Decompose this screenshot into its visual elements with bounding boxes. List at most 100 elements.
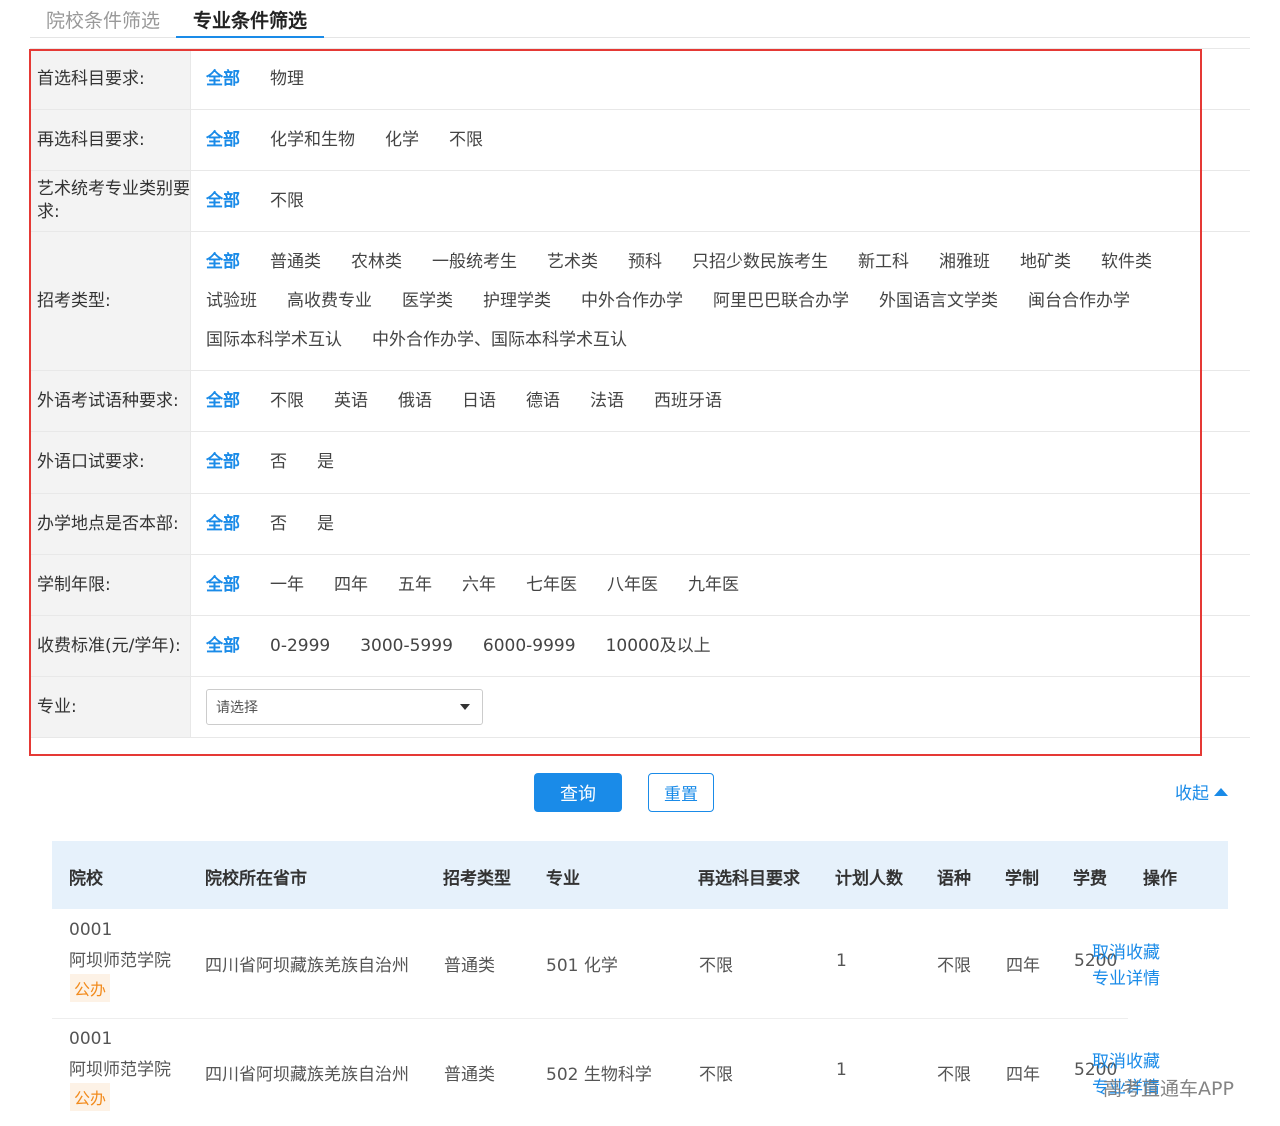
- header-school: 院校: [69, 869, 103, 889]
- table-header: 院校 院校所在省市 招考类型 专业 再选科目要求 计划人数 语种 学制 学费 操…: [52, 841, 1228, 909]
- school-name: 阿坝师范学院: [69, 1060, 171, 1080]
- filter-option[interactable]: 不限: [449, 121, 483, 160]
- tab-major-filter[interactable]: 专业条件筛选: [176, 6, 325, 38]
- filter-option-all[interactable]: 全部: [206, 121, 240, 160]
- filter-option[interactable]: 中外合作办学、国际本科学术互认: [372, 321, 627, 360]
- collapse-link[interactable]: 收起: [1175, 779, 1228, 804]
- caret-down-icon: [460, 704, 470, 710]
- filter-option[interactable]: 一般统考生: [432, 243, 517, 282]
- filter-option[interactable]: 0-2999: [270, 627, 330, 666]
- filter-option[interactable]: 国际本科学术互认: [206, 321, 342, 360]
- filter-option[interactable]: 物理: [270, 60, 304, 99]
- filter-option[interactable]: 医学类: [402, 282, 453, 321]
- filter-option[interactable]: 6000-9999: [483, 627, 576, 666]
- filter-option[interactable]: 化学和生物: [270, 121, 355, 160]
- filter-option[interactable]: 否: [270, 505, 287, 544]
- plan-cell: 1: [836, 951, 847, 971]
- filter-option-all[interactable]: 全部: [206, 382, 240, 421]
- filter-option[interactable]: 是: [317, 443, 334, 482]
- major-select[interactable]: 请选择: [206, 689, 483, 725]
- filter-option-all[interactable]: 全部: [206, 243, 240, 282]
- tab-school-filter[interactable]: 院校条件筛选: [46, 6, 160, 38]
- filter-option[interactable]: 法语: [590, 382, 624, 421]
- filter-options: 全部 不限 英语 俄语 日语 德语 法语 西班牙语: [191, 371, 1250, 431]
- filter-option[interactable]: 五年: [398, 566, 432, 605]
- filter-option[interactable]: 闽台合作办学: [1028, 282, 1130, 321]
- filter-option-all[interactable]: 全部: [206, 566, 240, 605]
- filter-option[interactable]: 外国语言文学类: [879, 282, 998, 321]
- unfavorite-link[interactable]: 取消收藏: [1092, 938, 1160, 963]
- filter-options: 全部 化学和生物 化学 不限: [191, 110, 1250, 170]
- filter-option[interactable]: 预科: [628, 243, 662, 282]
- filter-row: 首选科目要求: 全部 物理: [30, 49, 1250, 110]
- filter-option[interactable]: 一年: [270, 566, 304, 605]
- header-actions: 操作: [1143, 869, 1177, 889]
- filter-option[interactable]: 化学: [385, 121, 419, 160]
- filter-option-all[interactable]: 全部: [206, 60, 240, 99]
- major-cell: 502 生物科学: [546, 1065, 652, 1085]
- filter-label: 外语考试语种要求:: [30, 371, 191, 431]
- header-language: 语种: [937, 869, 971, 889]
- filter-option[interactable]: 七年医: [526, 566, 577, 605]
- status-badge: 公办: [70, 974, 111, 1002]
- filter-option[interactable]: 德语: [526, 382, 560, 421]
- filter-option[interactable]: 中外合作办学: [581, 282, 683, 321]
- filter-row: 艺术统考专业类别要求: 全部 不限: [30, 171, 1250, 232]
- filter-option-all[interactable]: 全部: [206, 182, 240, 221]
- filter-option[interactable]: 护理学类: [483, 282, 551, 321]
- unfavorite-link[interactable]: 取消收藏: [1092, 1047, 1160, 1072]
- major-detail-link[interactable]: 专业详情: [1092, 964, 1160, 989]
- filter-option-all[interactable]: 全部: [206, 505, 240, 544]
- filter-option[interactable]: 艺术类: [547, 243, 598, 282]
- filter-option[interactable]: 六年: [462, 566, 496, 605]
- filter-row: 外语口试要求: 全部否是: [30, 432, 1250, 494]
- status-badge: 公办: [70, 1083, 111, 1111]
- filter-label: 外语口试要求:: [30, 432, 191, 493]
- language-cell: 不限: [937, 956, 971, 976]
- filter-options: 全部否是: [191, 432, 1250, 493]
- filter-option[interactable]: 3000-5999: [360, 627, 453, 666]
- filter-option[interactable]: 西班牙语: [654, 382, 722, 421]
- filter-options: 全部 普通类 农林类 一般统考生 艺术类 预科 只招少数民族考生 新工科 湘雅班 地矿类 软件类试验…: [191, 232, 1250, 370]
- filter-option[interactable]: 日语: [462, 382, 496, 421]
- type-cell: 普通类: [444, 1065, 495, 1085]
- filter-option-all[interactable]: 全部: [206, 627, 240, 666]
- reset-button[interactable]: 重置: [648, 773, 714, 812]
- school-code: 0001: [69, 920, 113, 940]
- filter-option[interactable]: 地矿类: [1020, 243, 1071, 282]
- table-row: 0001 阿坝师范学院 公办 四川省阿坝藏族羌族自治州 普通类 502 生物科学…: [52, 1019, 1128, 1126]
- filter-label: 再选科目要求:: [30, 110, 191, 170]
- filter-label: 招考类型:: [30, 232, 191, 370]
- filter-option[interactable]: 阿里巴巴联合办学: [713, 282, 849, 321]
- filter-option[interactable]: 四年: [334, 566, 368, 605]
- filter-label: 首选科目要求:: [30, 49, 191, 109]
- province-cell: 四川省阿坝藏族羌族自治州: [205, 1065, 409, 1085]
- filter-row: 收费标准(元/学年): 全部 0-2999 3000-5999 6000-9999 100…: [30, 616, 1250, 677]
- table-row: 0001 阿坝师范学院 公办 四川省阿坝藏族羌族自治州 普通类 501 化学 不…: [52, 910, 1128, 1019]
- filter-option[interactable]: 试验班: [206, 282, 257, 321]
- filter-row: 办学地点是否本部: 全部否是: [30, 494, 1250, 555]
- filter-option[interactable]: 俄语: [398, 382, 432, 421]
- filter-option[interactable]: 10000及以上: [606, 627, 711, 666]
- filter-option[interactable]: 不限: [270, 182, 304, 221]
- query-button[interactable]: 查询: [534, 773, 622, 812]
- filter-option[interactable]: 是: [317, 505, 334, 544]
- major-cell: 501 化学: [546, 956, 618, 976]
- filter-option[interactable]: 农林类: [351, 243, 402, 282]
- filter-option[interactable]: 英语: [334, 382, 368, 421]
- filter-option[interactable]: 否: [270, 443, 287, 482]
- filter-option[interactable]: 不限: [270, 382, 304, 421]
- filter-option[interactable]: 只招少数民族考生: [692, 243, 828, 282]
- filter-option[interactable]: 普通类: [270, 243, 321, 282]
- filter-option[interactable]: 湘雅班: [939, 243, 990, 282]
- filter-option[interactable]: 高收费专业: [287, 282, 372, 321]
- filter-option[interactable]: 九年医: [688, 566, 739, 605]
- filter-option[interactable]: 新工科: [858, 243, 909, 282]
- filter-option-all[interactable]: 全部: [206, 443, 240, 482]
- filter-option[interactable]: 八年医: [607, 566, 658, 605]
- filter-row: 再选科目要求: 全部 化学和生物 化学 不限: [30, 110, 1250, 171]
- subject-cell: 不限: [699, 1065, 733, 1085]
- filter-options: 全部 一年 四年 五年 六年 七年医 八年医 九年医: [191, 555, 1250, 615]
- filter-option[interactable]: 软件类: [1101, 243, 1152, 282]
- filter-label: 学制年限:: [30, 555, 191, 615]
